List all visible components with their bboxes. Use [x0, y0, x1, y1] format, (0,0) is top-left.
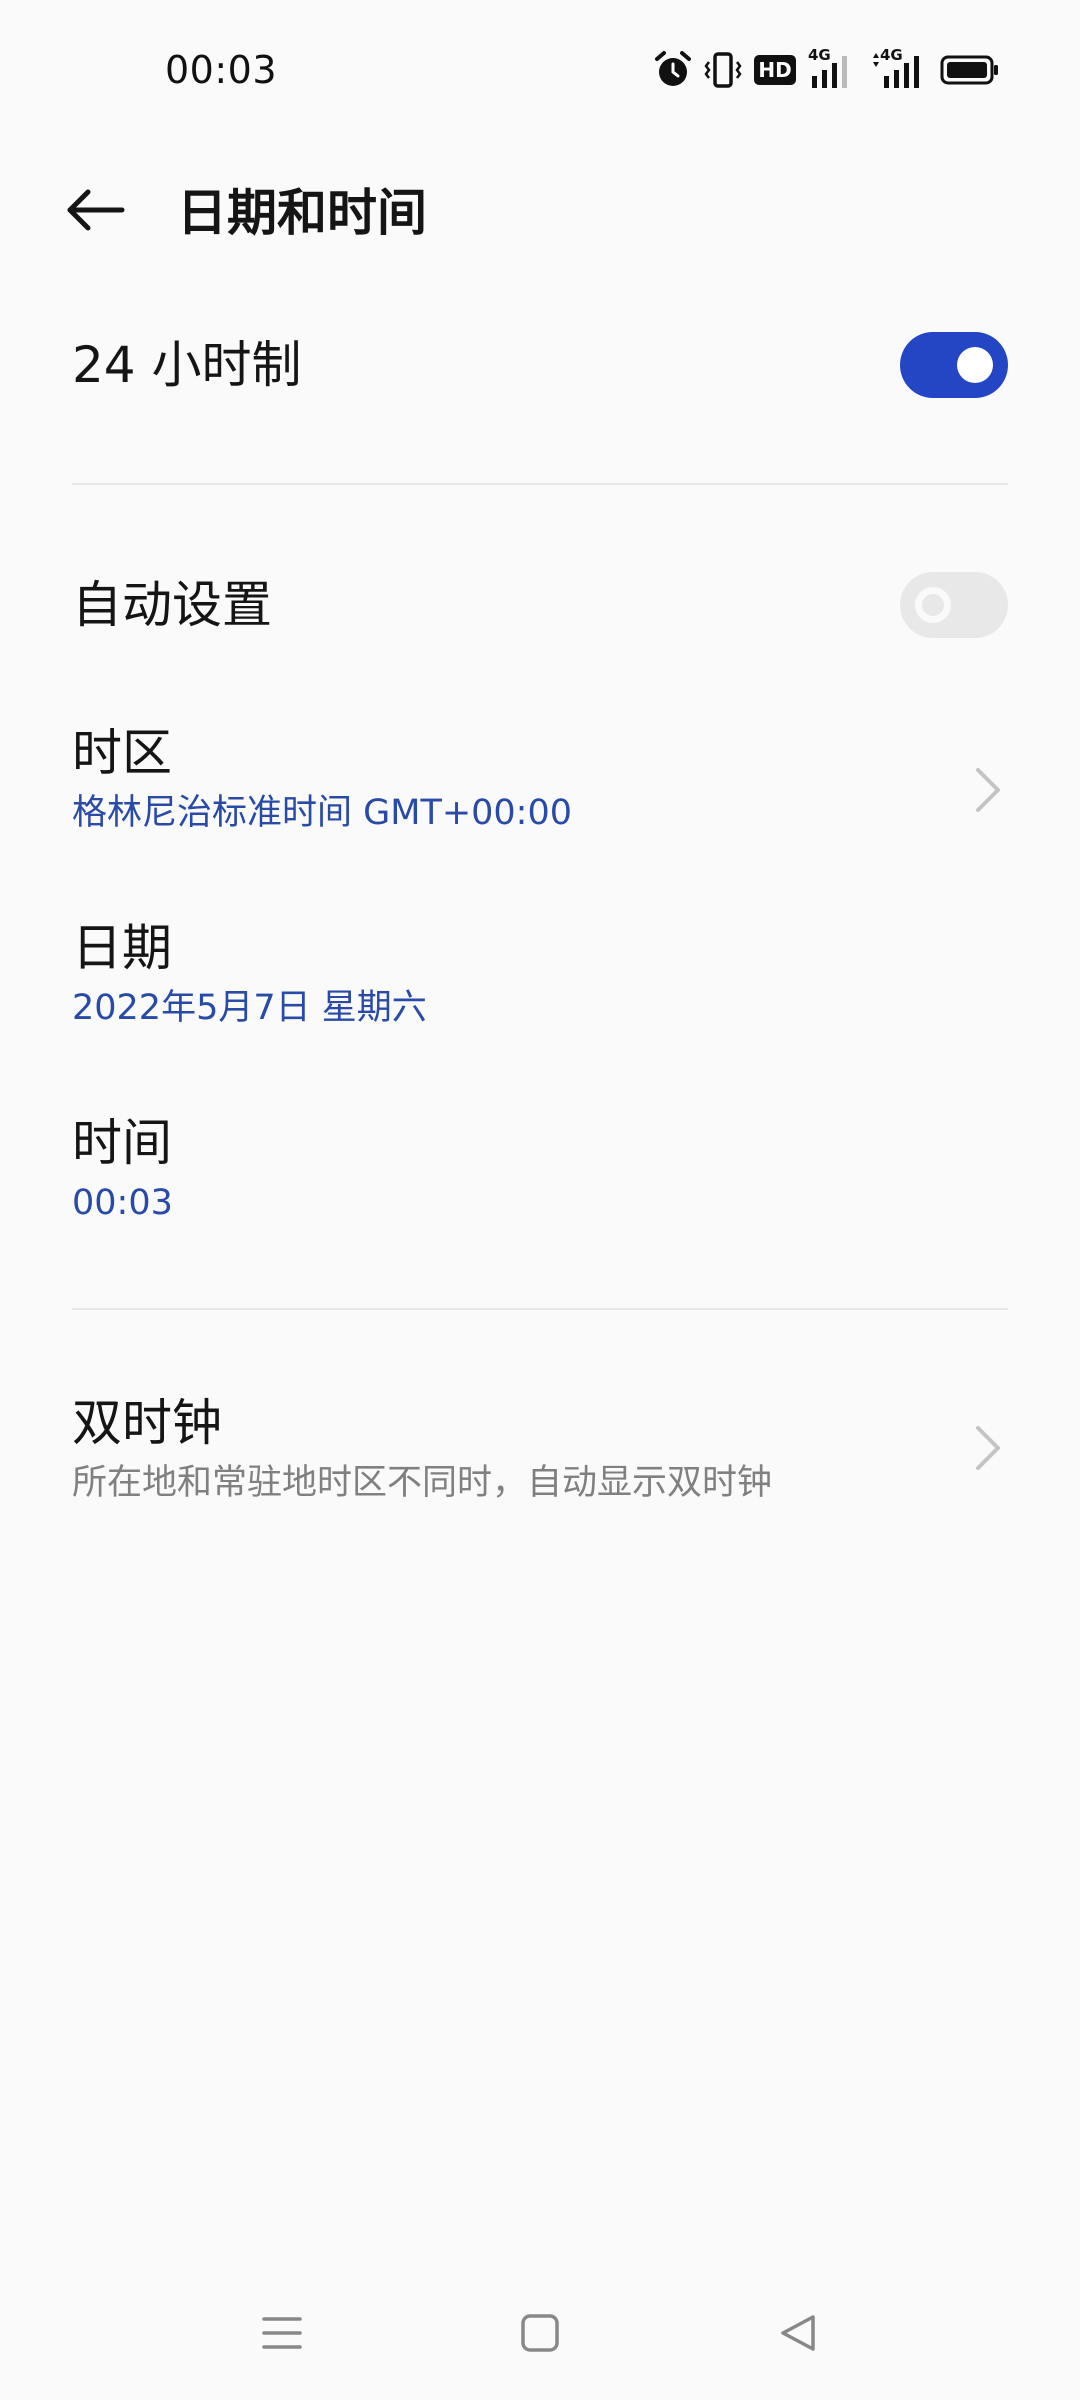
page-title: 日期和时间: [177, 184, 427, 242]
nav-back-button[interactable]: [753, 2290, 843, 2380]
setting-timezone[interactable]: 时区 格林尼治标准时间 GMT+00:00: [72, 718, 1008, 848]
setting-timezone-value: 格林尼治标准时间 GMT+00:00: [72, 793, 573, 833]
setting-date-value: 2022年5月7日 星期六: [72, 988, 427, 1028]
signal-4g-icon: 4G: [808, 46, 858, 90]
setting-24-hour[interactable]: 24 小时制: [72, 330, 1008, 400]
home-icon: [520, 2313, 560, 2357]
status-icons: HD 4G 4G: [654, 46, 1000, 94]
setting-time-label: 时间: [72, 1114, 172, 1172]
toggle-auto-set[interactable]: [900, 572, 1008, 638]
setting-date[interactable]: 日期 2022年5月7日 星期六: [72, 913, 1008, 1043]
toggle-24-hour[interactable]: [900, 332, 1008, 398]
setting-auto-set[interactable]: 自动设置: [72, 570, 1008, 640]
setting-timezone-label: 时区: [72, 724, 172, 782]
hd-voice-icon: HD: [754, 55, 796, 85]
toggle-knob: [957, 347, 993, 383]
divider: [72, 483, 1008, 485]
setting-24-hour-label: 24 小时制: [72, 336, 302, 394]
chevron-right-icon: [976, 768, 1000, 812]
setting-dual-clock-label: 双时钟: [72, 1394, 222, 1452]
setting-auto-set-label: 自动设置: [72, 576, 272, 634]
battery-icon: [940, 54, 1000, 86]
hd-label: HD: [758, 58, 792, 82]
vibrate-icon: [704, 50, 742, 90]
nav-home-button[interactable]: [495, 2290, 585, 2380]
menu-icon: [262, 2313, 302, 2357]
status-bar: 00:03 HD 4G 4G: [0, 0, 1080, 140]
nav-menu-button[interactable]: [237, 2290, 327, 2380]
back-arrow-icon: [66, 188, 126, 236]
setting-time-value: 00:03: [72, 1183, 173, 1223]
setting-date-label: 日期: [72, 919, 172, 977]
setting-dual-clock-description: 所在地和常驻地时区不同时，自动显示双时钟: [72, 1463, 773, 1503]
divider: [72, 1308, 1008, 1310]
back-button[interactable]: [52, 168, 140, 256]
signal-4g-icon: 4G: [870, 46, 928, 90]
status-time: 00:03: [165, 48, 278, 92]
navigation-bar: [0, 2270, 1080, 2400]
setting-dual-clock[interactable]: 双时钟 所在地和常驻地时区不同时，自动显示双时钟: [72, 1388, 1008, 1518]
alarm-icon: [654, 50, 692, 90]
back-icon: [778, 2313, 818, 2357]
setting-time[interactable]: 时间 00:03: [72, 1108, 1008, 1238]
toggle-knob: [915, 587, 951, 623]
chevron-right-icon: [976, 1426, 1000, 1470]
